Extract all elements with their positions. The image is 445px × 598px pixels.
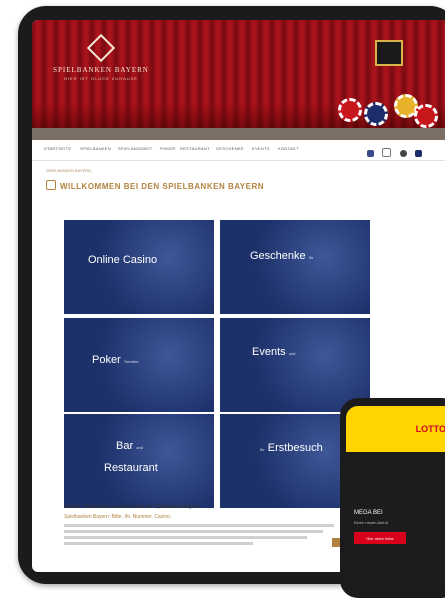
tile-online-casino[interactable]: Online Casino xyxy=(64,220,214,314)
hero-banner: SPIELBANKEN BAYERN HIER IST GLÜCK ZUHAUS… xyxy=(32,20,445,128)
nav-item-restaurant[interactable]: RESTAURANT xyxy=(180,146,210,151)
tile-label: Online Casino xyxy=(88,254,158,266)
logo-diamond-icon xyxy=(86,33,116,63)
tile-label: Ihr Erstbesuch xyxy=(260,442,323,454)
tile-geschenke[interactable]: Geschenke für xyxy=(220,220,370,314)
tile-bar-restaurant[interactable]: Bar und Restaurant xyxy=(64,414,214,508)
language-flag-icon[interactable] xyxy=(366,150,374,157)
tile-label-text: Poker xyxy=(92,354,121,366)
nav-item-spielbanken[interactable]: SPIELBANKEN xyxy=(80,146,111,151)
intro-subtitle: Spielbanken Bayern: Bitte. Ihr. Nummer. … xyxy=(64,514,172,520)
phone-title: MEGA BEI xyxy=(354,510,383,516)
tile-events[interactable]: Events und xyxy=(220,318,370,412)
tile-label-restaurant: Restaurant xyxy=(104,462,158,474)
tile-label-sub: für xyxy=(308,255,314,260)
phone-header: LOTTO xyxy=(346,406,445,452)
nav-item-events[interactable]: EVENTS xyxy=(252,146,270,151)
tile-poker[interactable]: Poker Turniere xyxy=(64,318,214,412)
phone-text: Einen neuen Aufruf xyxy=(354,520,389,525)
breadcrumb[interactable]: SPIELBANKEN BAYERN xyxy=(46,168,91,173)
nav-item-poker[interactable]: POKER xyxy=(160,146,176,151)
nav-item-geschenke[interactable]: GESCHENKE xyxy=(216,146,244,151)
logo-name: SPIELBANKEN BAYERN xyxy=(53,66,149,74)
page-title: WILLKOMMEN BEI DEN SPIELBANKEN BAYERN xyxy=(46,180,264,191)
tile-label-sub: Ihr xyxy=(260,447,265,452)
tile-label-sub: und xyxy=(288,351,296,356)
nav-item-spielangebot[interactable]: SPIELANGEBOT xyxy=(118,146,153,151)
logo-tagline: HIER IST GLÜCK ZUHAUSE xyxy=(64,76,138,81)
tile-label: Bar und xyxy=(116,440,143,452)
partner-logo-icon[interactable] xyxy=(415,150,422,157)
sub-strip xyxy=(32,128,445,144)
tile-label-sub: und xyxy=(136,445,143,450)
phone-logo[interactable]: LOTTO xyxy=(416,424,445,434)
tile-label: Geschenke für xyxy=(250,250,313,262)
nav-item-kontakt[interactable]: KONTAKT xyxy=(278,146,299,151)
chip-icon xyxy=(338,98,362,122)
user-icon[interactable] xyxy=(399,150,407,157)
intro-title: Herzlich Willkommen auf den Seiten der S… xyxy=(64,504,200,510)
site-logo[interactable]: SPIELBANKEN BAYERN HIER IST GLÜCK ZUHAUS… xyxy=(46,33,156,81)
tile-label-text: Geschenke xyxy=(250,250,306,262)
gift-box-icon xyxy=(375,40,403,66)
search-icon[interactable] xyxy=(382,148,392,157)
chip-icon xyxy=(414,104,438,128)
tile-label: Events und xyxy=(252,346,295,358)
chip-icon xyxy=(364,102,388,126)
tile-label-text: Bar xyxy=(116,440,134,452)
nav-item-startseite[interactable]: STARTSEITE xyxy=(44,146,71,151)
tile-label-sub: Turniere xyxy=(123,359,139,364)
tile-label-text: Events xyxy=(252,346,286,358)
phone-screen: LOTTO MEGA BEI Einen neuen Aufruf Hier m… xyxy=(346,406,445,590)
tile-label-text: Erstbesuch xyxy=(267,442,323,454)
intro-text-placeholder xyxy=(64,524,334,548)
welcome-icon xyxy=(46,180,56,190)
page-title-text: WILLKOMMEN BEI DEN SPIELBANKEN BAYERN xyxy=(60,182,264,191)
tile-label: Poker Turniere xyxy=(92,354,139,366)
main-nav: STARTSEITE SPIELBANKEN SPIELANGEBOT POKE… xyxy=(32,140,445,161)
casino-chips-decoration xyxy=(328,76,438,128)
nav-icons xyxy=(363,144,422,162)
phone-device: LOTTO MEGA BEI Einen neuen Aufruf Hier m… xyxy=(340,398,445,598)
phone-info-button[interactable]: Hier mehr Infos xyxy=(354,532,406,544)
